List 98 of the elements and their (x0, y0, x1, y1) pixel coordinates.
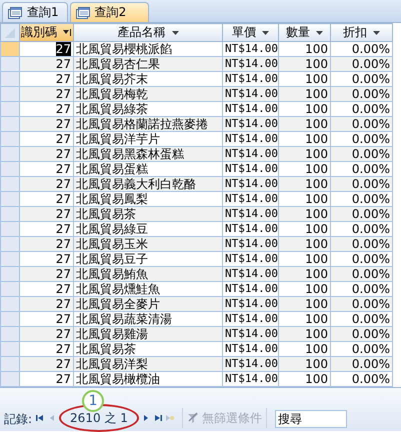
row-selector[interactable] (0, 222, 20, 236)
row-selector[interactable] (0, 282, 20, 296)
search-field[interactable]: 搜尋 (274, 410, 347, 428)
row-selector[interactable] (0, 56, 20, 72)
table-cell: 0.00% (330, 356, 392, 372)
table-cell: 北風貿易全麥片 (74, 296, 222, 312)
table-cell: 0.00% (330, 116, 392, 132)
table-cell: NT$14.00 (222, 176, 278, 192)
table-cell: NT$14.00 (222, 116, 278, 132)
table-cell: 100 (278, 176, 330, 192)
row-selector[interactable] (0, 236, 20, 252)
table-cell: 100 (278, 266, 330, 282)
table-cell: 27 (20, 86, 74, 102)
table-cell: 27 (20, 146, 74, 162)
table-cell: NT$14.00 (222, 56, 278, 72)
datasheet-icon (8, 6, 22, 18)
table-cell: 100 (278, 296, 330, 312)
row-selector[interactable] (0, 162, 20, 176)
table-cell: 0.00% (330, 296, 392, 312)
table-cell: 27 (20, 326, 74, 342)
column-header[interactable]: 產品名稱 (74, 24, 222, 42)
row-selector[interactable] (0, 206, 20, 222)
table-cell: NT$14.00 (222, 266, 278, 282)
row-selector[interactable] (0, 296, 20, 312)
table-cell: 北風貿易鮪魚 (74, 266, 222, 282)
table-cell: 0.00% (330, 56, 392, 72)
table-cell: 北風貿易梅乾 (74, 86, 222, 102)
new-record-icon[interactable] (166, 414, 174, 422)
table-cell: NT$14.00 (222, 146, 278, 162)
table-cell: 27 (20, 116, 74, 132)
table-cell: NT$14.00 (222, 86, 278, 102)
row-selector[interactable] (0, 72, 20, 86)
column-header[interactable]: 單價 (222, 24, 278, 42)
table-cell: 27 (20, 236, 74, 252)
table-cell: 北風貿易洋梨 (74, 356, 222, 372)
table-cell: 27 (20, 176, 74, 192)
table-cell: 27 (20, 206, 74, 222)
query-tab[interactable]: 查詢1 (2, 2, 68, 22)
table-cell: 27 (20, 356, 74, 372)
row-selector[interactable] (0, 342, 20, 356)
row-selector[interactable] (0, 146, 20, 162)
column-header[interactable]: 數量 (278, 24, 330, 42)
table-cell: 100 (278, 86, 330, 102)
table-cell: 0.00% (330, 206, 392, 222)
table-cell: 0.00% (330, 176, 392, 192)
table-cell: NT$14.00 (222, 236, 278, 252)
table-cell: 北風貿易黑森林蛋糕 (74, 146, 222, 162)
row-selector[interactable] (0, 42, 20, 56)
row-selector[interactable] (0, 86, 20, 102)
first-record-icon[interactable] (36, 414, 44, 422)
table-cell: 27 (20, 296, 74, 312)
callout-number: 1 (82, 390, 104, 412)
row-selector[interactable] (0, 132, 20, 146)
table-cell: 0.00% (330, 236, 392, 252)
datasheet-icon (76, 6, 90, 18)
row-selector[interactable] (0, 326, 20, 342)
table-cell: 北風貿易杏仁果 (74, 56, 222, 72)
table-cell: 100 (278, 206, 330, 222)
table-cell: 0.00% (330, 86, 392, 102)
row-selector[interactable] (0, 102, 20, 116)
table-cell: 北風貿易義大利白乾酪 (74, 176, 222, 192)
record-label: 記錄: (4, 411, 32, 428)
table-cell: 100 (278, 56, 330, 72)
table-cell: 27 (20, 266, 74, 282)
table-cell: 北風貿易雞湯 (74, 326, 222, 342)
table-cell: 100 (278, 236, 330, 252)
table-cell: 100 (278, 356, 330, 372)
table-cell: 北風貿易茶 (74, 206, 222, 222)
select-all-corner[interactable] (0, 24, 20, 42)
last-record-icon[interactable] (154, 414, 162, 422)
row-selector[interactable] (0, 192, 20, 206)
row-selector[interactable] (0, 312, 20, 326)
table-cell: 100 (278, 326, 330, 342)
table-cell: 27 (20, 56, 74, 72)
corner-triangle-icon (4, 26, 16, 38)
table-cell: 0.00% (330, 326, 392, 342)
row-selector[interactable] (0, 176, 20, 192)
row-selector[interactable] (0, 116, 20, 132)
column-header[interactable]: 折扣 (330, 24, 392, 42)
table-cell: 0.00% (330, 146, 392, 162)
table-cell: NT$14.00 (222, 296, 278, 312)
table-cell: 100 (278, 116, 330, 132)
previous-record-icon[interactable] (48, 414, 56, 422)
table-cell: NT$14.00 (222, 326, 278, 342)
row-selector[interactable] (0, 356, 20, 372)
table-cell: 北風貿易格蘭諾拉燕麥捲 (74, 116, 222, 132)
row-selector[interactable] (0, 372, 20, 386)
row-selector[interactable] (0, 252, 20, 266)
table-cell: 100 (278, 146, 330, 162)
next-record-icon[interactable] (142, 414, 150, 422)
table-cell: NT$14.00 (222, 206, 278, 222)
table-cell: NT$14.00 (222, 356, 278, 372)
funnel-icon (186, 412, 199, 424)
table-cell: 北風貿易玉米 (74, 236, 222, 252)
query-tab[interactable]: 查詢2 (70, 2, 150, 22)
table-cell: 0.00% (330, 266, 392, 282)
row-selector[interactable] (0, 266, 20, 282)
column-header[interactable]: 識別碼 (20, 24, 74, 42)
